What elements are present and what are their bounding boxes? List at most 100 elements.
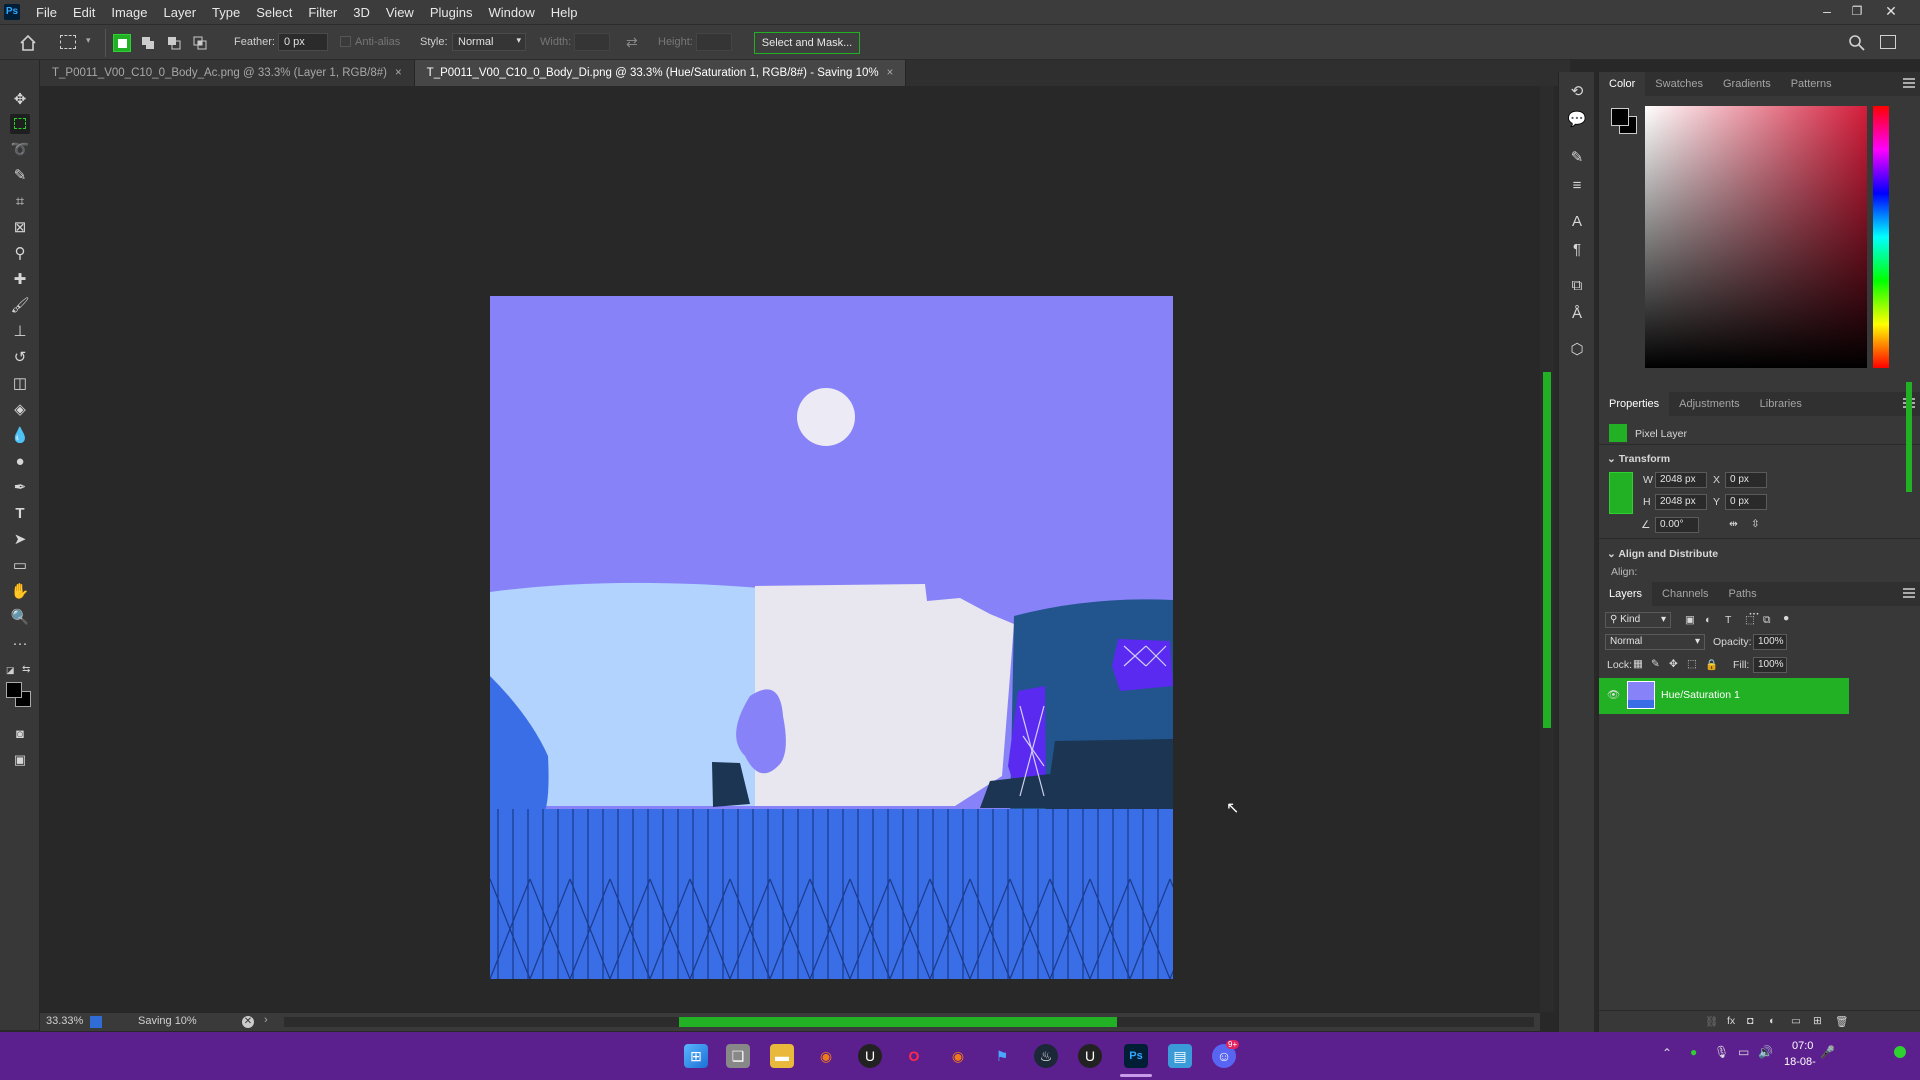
- filter-type-icon[interactable]: T: [1725, 614, 1731, 626]
- dodge-tool-icon[interactable]: ●: [10, 452, 30, 472]
- more-tools-icon[interactable]: ···: [10, 634, 30, 654]
- transform-toggle[interactable]: ⌄ Transform: [1607, 453, 1670, 465]
- tab-adjustments[interactable]: Adjustments: [1669, 392, 1750, 416]
- blur-tool-icon[interactable]: 💧: [10, 426, 30, 446]
- menu-help[interactable]: Help: [543, 5, 586, 20]
- restore-button[interactable]: ❐: [1842, 0, 1872, 24]
- blend-mode-select[interactable]: Normal ▾: [1605, 634, 1705, 650]
- zoom-level[interactable]: 33.33%: [46, 1015, 83, 1027]
- x-field[interactable]: 0 px: [1725, 472, 1767, 488]
- start-icon[interactable]: ⊞: [684, 1044, 708, 1068]
- tab-swatches[interactable]: Swatches: [1645, 72, 1713, 96]
- menu-type[interactable]: Type: [204, 5, 248, 20]
- lock-artboard-icon[interactable]: ⬚: [1687, 658, 1697, 670]
- y-field[interactable]: 0 px: [1725, 494, 1767, 510]
- opera-gx-icon[interactable]: O: [902, 1044, 926, 1068]
- healing-brush-tool-icon[interactable]: ✚: [10, 270, 30, 290]
- tab-paths[interactable]: Paths: [1719, 582, 1767, 606]
- properties-scrollbar[interactable]: [1906, 382, 1912, 492]
- photoshop-taskbar-icon[interactable]: Ps: [1124, 1044, 1148, 1068]
- swap-colors-icon[interactable]: ⇆: [22, 664, 30, 675]
- eyedropper-tool-icon[interactable]: ⚲: [10, 244, 30, 264]
- tray-mic-active-icon[interactable]: 🎤: [1820, 1045, 1835, 1059]
- chevron-right-icon[interactable]: ›: [264, 1014, 268, 1026]
- unreal-engine-2-icon[interactable]: U: [1078, 1044, 1102, 1068]
- screen-mode-icon[interactable]: ▣: [10, 750, 30, 770]
- minimize-button[interactable]: –: [1812, 0, 1842, 24]
- menu-filter[interactable]: Filter: [300, 5, 345, 20]
- tray-app-icon[interactable]: ●: [1690, 1045, 1697, 1059]
- link-icon[interactable]: ⛓: [1705, 1015, 1718, 1028]
- feather-input[interactable]: 0 px: [278, 33, 328, 51]
- canvas-image[interactable]: [490, 296, 1173, 979]
- foreground-color-swatch[interactable]: [6, 682, 22, 698]
- folder-icon[interactable]: ▭: [1791, 1015, 1801, 1027]
- horizontal-scrollbar[interactable]: [284, 1017, 1534, 1027]
- rectangle-tool-icon[interactable]: ▭: [10, 556, 30, 576]
- fill-field[interactable]: 100%: [1753, 657, 1787, 673]
- trash-icon[interactable]: 🗑: [1835, 1015, 1848, 1028]
- scrollbar-thumb[interactable]: [1543, 372, 1551, 728]
- steam-icon[interactable]: ♨: [1034, 1044, 1058, 1068]
- lasso-tool-icon[interactable]: ➰: [10, 140, 30, 160]
- cancel-save-icon[interactable]: ✕: [242, 1016, 254, 1028]
- menu-file[interactable]: File: [28, 5, 65, 20]
- close-tab-icon[interactable]: ×: [887, 67, 894, 79]
- move-tool-icon[interactable]: ✥: [10, 90, 30, 110]
- pen-tool-icon[interactable]: ✒: [10, 478, 30, 498]
- filter-smart-icon[interactable]: ⧉: [1763, 614, 1771, 627]
- foreground-swatch[interactable]: [1611, 108, 1629, 126]
- add-selection-icon[interactable]: [139, 34, 157, 52]
- crop-tool-icon[interactable]: ⌗: [10, 192, 30, 212]
- color-field[interactable]: [1645, 106, 1867, 368]
- filter-pixel-icon[interactable]: ▣: [1685, 614, 1695, 626]
- clone-source-panel-icon[interactable]: ⧉: [1567, 276, 1587, 296]
- layer-row[interactable]: 👁 Hue/Saturation 1: [1599, 678, 1849, 714]
- lock-pixels-icon[interactable]: ✎: [1651, 658, 1660, 670]
- opacity-field[interactable]: 100%: [1753, 634, 1787, 650]
- mask-icon[interactable]: ◘: [1747, 1015, 1753, 1027]
- rect-marquee-preset-icon[interactable]: [60, 35, 76, 49]
- frame-tool-icon[interactable]: ⊠: [10, 218, 30, 238]
- filter-adjustment-icon[interactable]: ◐: [1705, 614, 1711, 626]
- character-panel-icon[interactable]: A: [1567, 212, 1587, 232]
- clock-time[interactable]: 07:0: [1792, 1040, 1813, 1052]
- tray-mic-icon[interactable]: 🎙: [1714, 1045, 1729, 1059]
- tab-libraries[interactable]: Libraries: [1750, 392, 1812, 416]
- tab-channels[interactable]: Channels: [1652, 582, 1718, 606]
- path-select-tool-icon[interactable]: ➤: [10, 530, 30, 550]
- width-input[interactable]: [574, 33, 610, 51]
- menu-edit[interactable]: Edit: [65, 5, 103, 20]
- brushes-panel-icon[interactable]: ✎: [1567, 148, 1587, 168]
- close-button[interactable]: ✕: [1876, 0, 1906, 24]
- lock-transparent-icon[interactable]: ▦: [1633, 658, 1643, 670]
- align-distribute-toggle[interactable]: ⌄ Align and Distribute: [1607, 548, 1718, 560]
- file-explorer-icon[interactable]: ▬: [770, 1044, 794, 1068]
- scrollbar-thumb[interactable]: [679, 1017, 1117, 1027]
- workspace-icon[interactable]: [1880, 35, 1896, 49]
- task-view-icon[interactable]: ❑: [726, 1044, 750, 1068]
- menu-select[interactable]: Select: [248, 5, 300, 20]
- flip-vertical-icon[interactable]: ⇳: [1751, 518, 1760, 530]
- clock-date[interactable]: 18-08-: [1784, 1056, 1816, 1068]
- style-select[interactable]: Normal ▾: [452, 33, 526, 51]
- tab-color[interactable]: Color: [1599, 72, 1646, 96]
- document-canvas-area[interactable]: ↖: [40, 86, 1540, 1016]
- filter-toggle-icon[interactable]: ●: [1783, 612, 1789, 624]
- tab-body-ac[interactable]: T_P0011_V00_C10_0_Body_Ac.png @ 33.3% (L…: [40, 60, 415, 86]
- tray-chevron-up-icon[interactable]: ⌃: [1662, 1046, 1672, 1060]
- filter-kind-select[interactable]: ⚲ Kind ▾: [1605, 612, 1671, 628]
- notepad-icon[interactable]: ▤: [1168, 1044, 1192, 1068]
- height-field[interactable]: 2048 px: [1655, 494, 1707, 510]
- new-selection-icon[interactable]: [113, 34, 131, 52]
- tab-gradients[interactable]: Gradients: [1713, 72, 1781, 96]
- tab-layers[interactable]: Layers: [1599, 582, 1653, 606]
- menu-3d[interactable]: 3D: [345, 5, 378, 20]
- hand-tool-icon[interactable]: ✋: [10, 582, 30, 602]
- subtract-selection-icon[interactable]: [165, 34, 183, 52]
- swap-icon[interactable]: ⇄: [626, 34, 638, 51]
- glyphs-panel-icon[interactable]: Å: [1567, 304, 1587, 324]
- menu-layer[interactable]: Layer: [156, 5, 205, 20]
- visibility-eye-icon[interactable]: 👁: [1607, 688, 1620, 701]
- flag-app-icon[interactable]: ⚑: [990, 1044, 1014, 1068]
